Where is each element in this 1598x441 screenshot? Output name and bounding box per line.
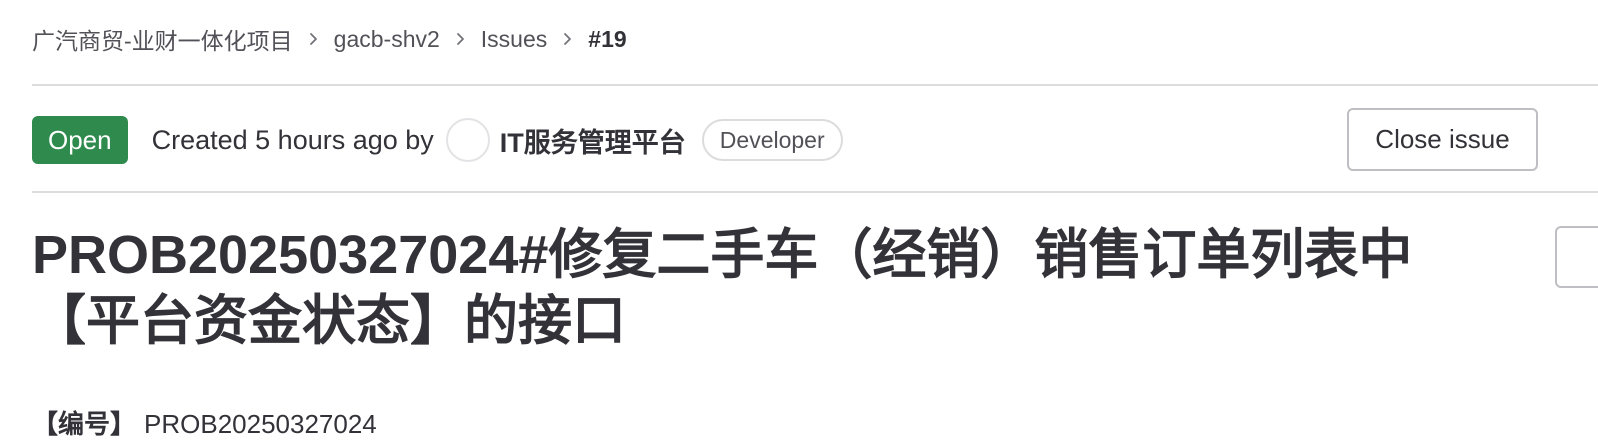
chevron-right-icon xyxy=(308,32,319,46)
edit-title-button[interactable] xyxy=(1555,226,1598,288)
breadcrumb-current-issue[interactable]: #19 xyxy=(588,26,626,53)
chevron-right-icon xyxy=(562,32,573,46)
author-link[interactable]: IT服务管理平台 xyxy=(500,121,686,160)
meta-divider xyxy=(32,191,1598,193)
breadcrumb-group-link[interactable]: 广汽商贸-业财一体化项目 xyxy=(32,22,293,56)
issue-meta-bar: Open Created 5 hours ago by IT服务管理平台 Dev… xyxy=(32,108,1540,172)
issue-title: PROB20250327024#修复二手车（经销）销售订单列表中【平台资金状态】… xyxy=(32,225,1413,351)
description-value: PROB20250327024 xyxy=(144,409,377,439)
created-text: Created 5 hours ago by xyxy=(151,124,434,155)
header-divider xyxy=(32,84,1598,86)
author-avatar[interactable] xyxy=(445,118,490,162)
breadcrumb-project-link[interactable]: gacb-shv2 xyxy=(334,26,440,53)
breadcrumb-issues-link[interactable]: Issues xyxy=(481,26,547,53)
chevron-right-icon xyxy=(455,32,466,46)
status-badge: Open xyxy=(32,116,128,164)
breadcrumb: 广汽商贸-业财一体化项目 gacb-shv2 Issues #19 xyxy=(32,22,627,56)
close-issue-button[interactable]: Close issue xyxy=(1347,108,1538,171)
description-label: 【编号】 xyxy=(32,409,137,439)
description-line: 【编号】 PROB20250327024 xyxy=(32,404,377,441)
author-role-badge: Developer xyxy=(701,119,843,161)
